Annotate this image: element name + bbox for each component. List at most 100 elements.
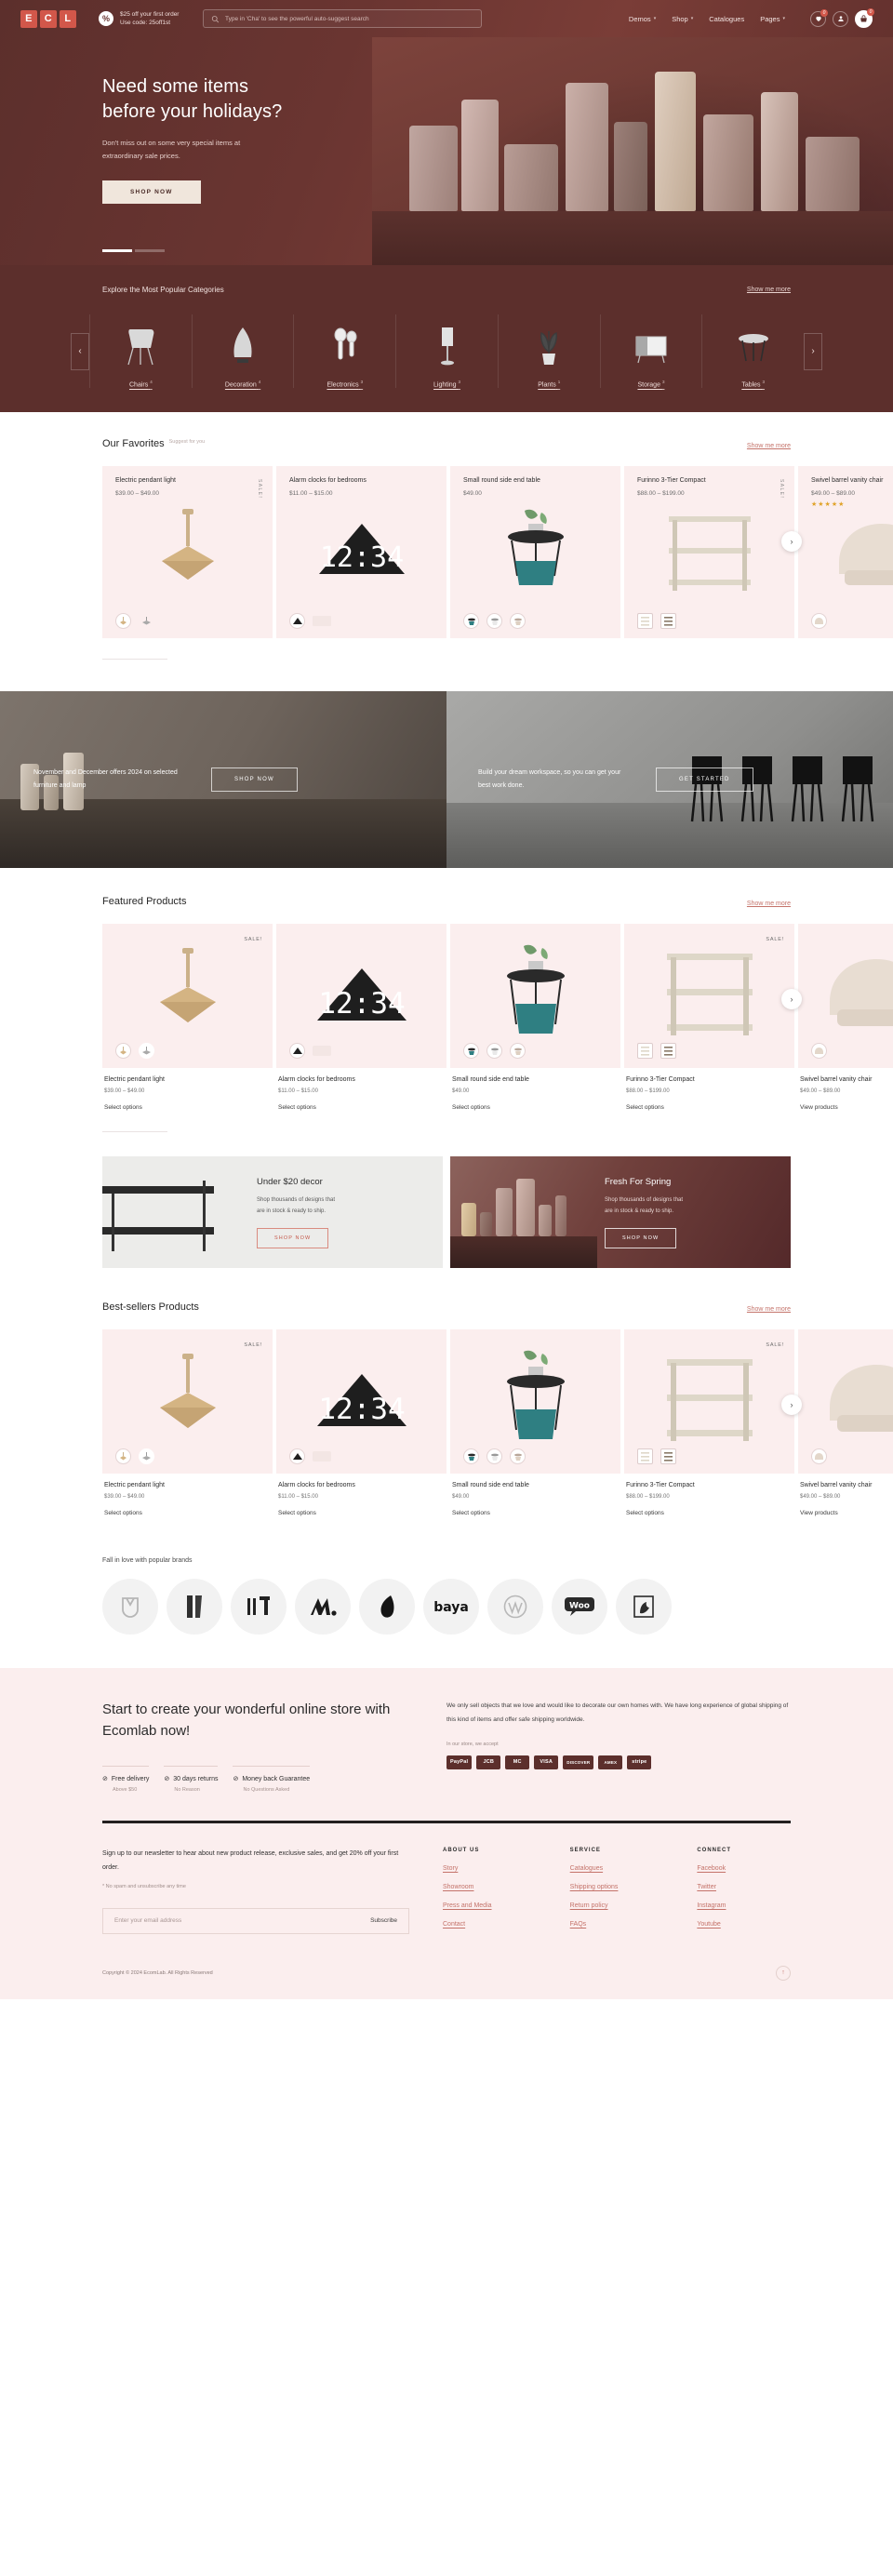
footer-link-return-policy[interactable]: Return policy [570, 1902, 664, 1909]
variant-swatch-beige[interactable] [637, 613, 653, 630]
search-input[interactable] [225, 15, 474, 22]
variant-swatch-natural[interactable] [115, 613, 131, 630]
product-action-link[interactable]: Select options [104, 1104, 273, 1111]
product-card[interactable]: SALE! Electric pendant light $39.00 – $4… [102, 924, 273, 1112]
product-card[interactable]: Swivel barrel vanity chair $49.00 – $89.… [798, 924, 893, 1112]
product-card[interactable]: SALE! Electric pendant light $39.00 – $4… [102, 1329, 273, 1517]
nav-item-shop[interactable]: Shop ▾ [672, 15, 693, 23]
category-item-chairs[interactable]: Chairs 4 [89, 314, 192, 389]
product-variants[interactable] [289, 613, 331, 630]
wishlist-button[interactable]: 0 [810, 8, 828, 27]
product-action-link[interactable]: Select options [278, 1104, 446, 1111]
footer-link-press-and-media[interactable]: Press and Media [443, 1902, 537, 1909]
variant-swatch-black[interactable] [289, 1043, 305, 1060]
category-item-storage[interactable]: Storage 3 [599, 314, 702, 389]
product-card[interactable]: SALE! Furinno 3-Tier Compact $88.00 – $1… [624, 924, 794, 1112]
product-variants[interactable] [637, 1448, 676, 1465]
search-box[interactable] [203, 9, 483, 28]
variant-swatch-cream[interactable] [510, 613, 526, 630]
product-action-link[interactable]: Select options [452, 1510, 620, 1516]
featured-scroll-track[interactable] [102, 1131, 167, 1133]
variant-swatch-pink[interactable] [313, 1451, 331, 1462]
category-item-lighting[interactable]: Lighting 3 [395, 314, 498, 389]
newsletter-subscribe-button[interactable]: Subscribe [370, 1917, 397, 1924]
variant-swatch-walnut[interactable] [660, 1043, 676, 1060]
favorites-scroll-track[interactable] [102, 659, 167, 661]
footer-link-showroom[interactable]: Showroom [443, 1884, 537, 1890]
product-variants[interactable] [289, 1448, 331, 1465]
variant-swatch-teal[interactable] [463, 1043, 479, 1060]
favorites-show-more-link[interactable]: Show me more [747, 443, 791, 449]
footer-link-twitter[interactable]: Twitter [697, 1884, 791, 1890]
footer-link-story[interactable]: Story [443, 1865, 537, 1872]
brand-baya-icon[interactable]: baya [423, 1579, 479, 1635]
product-action-link[interactable]: Select options [626, 1104, 794, 1111]
category-item-plants[interactable]: Plants 1 [497, 314, 600, 389]
brand-bird-icon[interactable] [616, 1579, 672, 1635]
categories-prev-button[interactable]: ‹ [71, 332, 89, 370]
variant-swatch-cream[interactable] [510, 1043, 526, 1060]
site-logo[interactable]: E C L [20, 9, 76, 28]
product-card[interactable]: Swivel barrel vanity chair $49.00 – $89.… [798, 466, 893, 639]
footer-link-youtube[interactable]: Youtube [697, 1921, 791, 1928]
variant-swatch-white[interactable] [486, 1043, 502, 1060]
hero-slider-progress[interactable] [102, 249, 165, 252]
promo-shop-now-button[interactable]: SHOP NOW [257, 1227, 329, 1248]
variant-swatch-grey[interactable] [139, 1043, 154, 1060]
bestsellers-show-more-link[interactable]: Show me more [747, 1306, 791, 1313]
variant-swatch-black[interactable] [289, 613, 305, 630]
product-action-link[interactable]: Select options [452, 1104, 620, 1111]
product-variants[interactable] [115, 613, 154, 630]
product-card[interactable]: 12:34 Alarm clocks for bedrooms $11.00 –… [276, 1329, 446, 1517]
account-button[interactable] [833, 10, 848, 27]
product-variants[interactable] [637, 613, 676, 630]
variant-swatch-walnut[interactable] [660, 613, 676, 630]
variant-swatch-cream[interactable] [811, 613, 827, 630]
slider-dot[interactable] [135, 249, 165, 252]
variant-swatch-black[interactable] [289, 1448, 305, 1465]
brand-shield-icon[interactable] [102, 1579, 158, 1635]
variant-swatch-pink[interactable] [313, 616, 331, 627]
product-card[interactable]: Electric pendant light $39.00 – $49.00 S… [102, 466, 273, 639]
product-action-link[interactable]: View products [800, 1510, 893, 1516]
product-action-link[interactable]: Select options [278, 1510, 446, 1516]
nav-item-catalogues[interactable]: Catalogues [709, 15, 744, 23]
variant-swatch-cream[interactable] [811, 1043, 827, 1060]
category-item-electronics[interactable]: Electronics 3 [293, 314, 395, 389]
variant-swatch-grey[interactable] [139, 1448, 154, 1465]
brand-wordpress-icon[interactable] [487, 1579, 543, 1635]
product-variants[interactable] [115, 1043, 154, 1060]
product-variants[interactable] [463, 613, 526, 630]
nav-item-demos[interactable]: Demos ▾ [629, 15, 656, 23]
newsletter-email-input[interactable] [114, 1917, 371, 1925]
nav-item-pages[interactable]: Pages ▾ [760, 15, 785, 23]
footer-link-facebook[interactable]: Facebook [697, 1865, 791, 1872]
hero-shop-now-button[interactable]: SHOP NOW [102, 180, 201, 204]
product-action-link[interactable]: View products [800, 1104, 893, 1111]
cart-button[interactable]: 0 [855, 7, 874, 28]
variant-swatch-white[interactable] [486, 613, 502, 630]
product-card[interactable]: 12:34 Alarm clocks for bedrooms $11.00 –… [276, 924, 446, 1112]
product-card[interactable]: Small round side end table $49.00 Select… [450, 1329, 620, 1517]
footer-link-contact[interactable]: Contact [443, 1921, 537, 1928]
product-card[interactable]: Small round side end table $49.00 [450, 466, 620, 639]
product-variants[interactable] [637, 1043, 676, 1060]
variant-swatch-teal[interactable] [463, 613, 479, 630]
brand-woo-icon[interactable]: Woo [552, 1579, 607, 1635]
variant-swatch-pink[interactable] [313, 1046, 331, 1057]
product-card[interactable]: SALE! Furinno 3-Tier Compact $88.00 – $1… [624, 1329, 794, 1517]
footer-link-faqs[interactable]: FAQs [570, 1921, 664, 1928]
category-item-decoration[interactable]: Decoration 4 [191, 314, 294, 389]
categories-show-more-link[interactable]: Show me more [747, 287, 791, 293]
variant-swatch-teal[interactable] [463, 1448, 479, 1465]
footer-link-instagram[interactable]: Instagram [697, 1902, 791, 1909]
newsletter-form[interactable]: Subscribe [102, 1907, 409, 1934]
category-item-tables[interactable]: Tables 3 [701, 314, 804, 389]
product-action-link[interactable]: Select options [626, 1510, 794, 1516]
product-variants[interactable] [289, 1043, 331, 1060]
product-card[interactable]: Furinno 3-Tier Compact $88.00 – $199.00 … [624, 466, 794, 639]
variant-swatch-grey[interactable] [139, 613, 154, 629]
brand-bars-icon[interactable] [167, 1579, 222, 1635]
variant-swatch-walnut[interactable] [660, 1448, 676, 1465]
categories-next-button[interactable]: › [804, 332, 823, 370]
